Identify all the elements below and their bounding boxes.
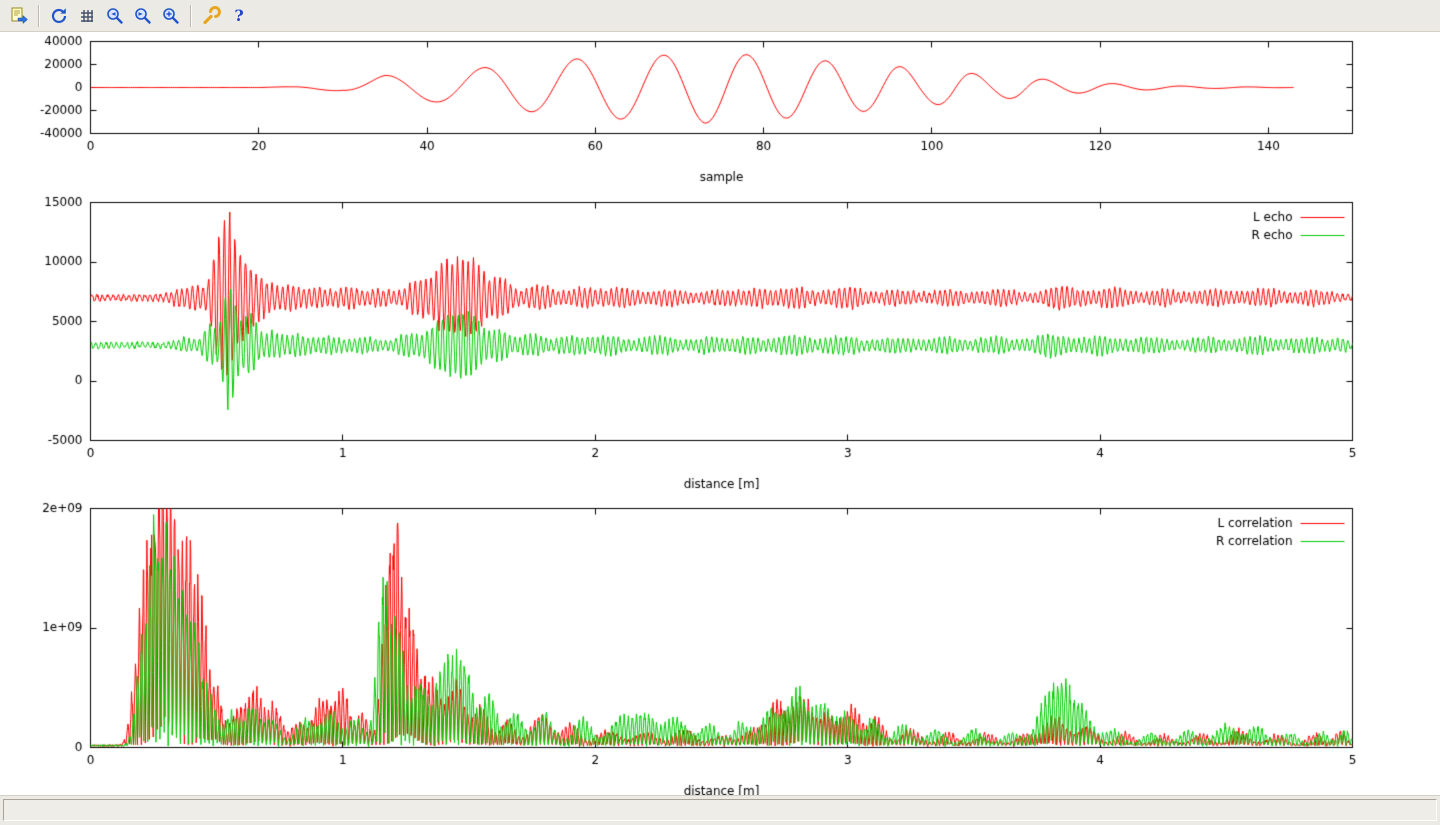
grid-icon: [77, 6, 97, 26]
magnifier-icon: [161, 6, 181, 26]
echo-chart[interactable]: [0, 192, 1440, 492]
copy-to-clipboard-button[interactable]: [6, 3, 32, 29]
zoom-next-button[interactable]: [130, 3, 156, 29]
sample-waveform-chart[interactable]: [0, 32, 1440, 192]
status-bar: [0, 795, 1440, 825]
toolbar: ?: [0, 0, 1440, 32]
autoscale-button[interactable]: [158, 3, 184, 29]
help-button[interactable]: ?: [226, 3, 252, 29]
question-mark-icon: ?: [229, 6, 249, 26]
clipboard-export-icon: [9, 6, 29, 26]
zoom-previous-icon: [105, 6, 125, 26]
zoom-previous-button[interactable]: [102, 3, 128, 29]
configure-button[interactable]: [198, 3, 224, 29]
plot-area: [0, 32, 1440, 795]
refresh-icon: [49, 6, 69, 26]
toolbar-separator: [190, 5, 192, 27]
wrench-icon: [201, 6, 221, 26]
grid-toggle-button[interactable]: [74, 3, 100, 29]
status-field: [3, 799, 1437, 821]
zoom-next-icon: [133, 6, 153, 26]
svg-text:?: ?: [234, 6, 243, 25]
gnuplot-window: ?: [0, 0, 1440, 825]
correlation-chart[interactable]: [0, 492, 1440, 795]
toolbar-separator: [38, 5, 40, 27]
replot-button[interactable]: [46, 3, 72, 29]
